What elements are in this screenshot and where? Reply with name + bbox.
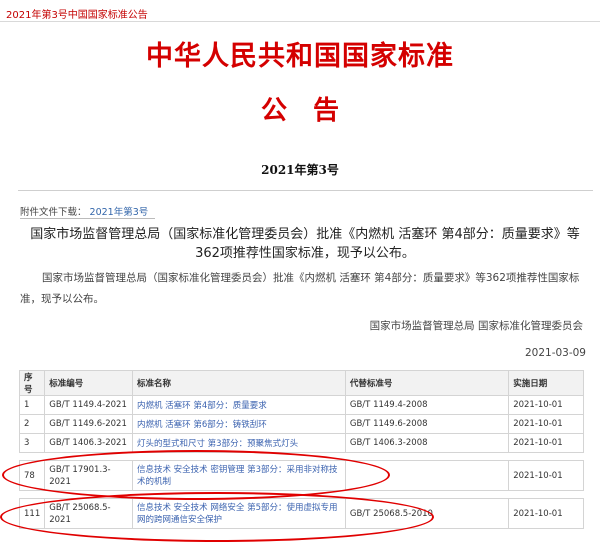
cell-code: GB/T 1406.3-2021 [44, 433, 133, 453]
page-subtitle: 公告 [260, 96, 365, 126]
notice-body: 国家市场监督管理总局（国家标准化管理委员会）批准《内燃机 活塞环 第4部分：质量… [20, 272, 580, 305]
attachment-label: 附件文件下载： [20, 207, 87, 218]
cell-date: 2021-10-01 [508, 395, 584, 415]
cell-no: 3 [18, 433, 46, 453]
notice-signer: 国家市场监督管理总局 国家标准化管理委员会 [369, 320, 583, 332]
cell-date: 2021-10-01 [508, 433, 584, 453]
cell-name-link[interactable]: 内燃机 活塞环 第4部分：质量要求 [131, 395, 346, 415]
cell-date: 2021-10-01 [508, 460, 584, 491]
section-divider [18, 190, 593, 191]
cell-date: 2021-10-01 [508, 498, 584, 529]
cell-no: 1 [18, 395, 46, 415]
highlight-ellipse-row-111 [0, 492, 434, 542]
cell-code: GB/T 1149.4-2021 [44, 395, 133, 415]
top-divider [0, 21, 600, 22]
notice-headline: 国家市场监督管理总局（国家标准化管理委员会）批准《内燃机 活塞环 第4部分：质量… [30, 227, 580, 261]
table-header-row: 序号 标准编号 标准名称 代替标准号 实施日期 [18, 370, 584, 396]
attachment-link[interactable]: 2021年第3号 [90, 207, 149, 218]
table-row: 2 GB/T 1149.6-2021 内燃机 活塞环 第6部分：铸铁刮环 GB/… [18, 414, 584, 434]
table-row: 3 GB/T 1406.3-2021 灯头的型式和尺寸 第3部分：预聚焦式灯头 … [18, 433, 584, 453]
breadcrumb[interactable]: 2021年第3号中国国家标准公告 [6, 6, 148, 21]
attachment-row: 附件文件下载： 2021年第3号 [20, 204, 155, 219]
cell-no: 2 [18, 414, 46, 434]
issue-number: 2021年第3号 [261, 163, 339, 177]
header-no: 序号 [18, 370, 46, 396]
header-code: 标准编号 [44, 370, 133, 396]
table-row: 1 GB/T 1149.4-2021 内燃机 活塞环 第4部分：质量要求 GB/… [18, 395, 584, 415]
cell-name-link[interactable]: 内燃机 活塞环 第6部分：铸铁刮环 [131, 414, 346, 434]
cell-replaced: GB/T 1406.3-2008 [344, 433, 510, 453]
header-name: 标准名称 [131, 370, 346, 396]
cell-replaced: GB/T 1149.4-2008 [344, 395, 510, 415]
top-bar: 2021年第3号中国国家标准公告 [0, 0, 600, 30]
header-replaced: 代替标准号 [344, 370, 510, 396]
page-title: 中华人民共和国国家标准 [146, 41, 454, 72]
cell-date: 2021-10-01 [508, 414, 584, 434]
cell-replaced: GB/T 1149.6-2008 [344, 414, 510, 434]
cell-code: GB/T 1149.6-2021 [44, 414, 133, 434]
attachment-underline [20, 218, 155, 219]
notice-date: 2021-03-09 [524, 347, 586, 359]
header-date: 实施日期 [508, 370, 584, 396]
